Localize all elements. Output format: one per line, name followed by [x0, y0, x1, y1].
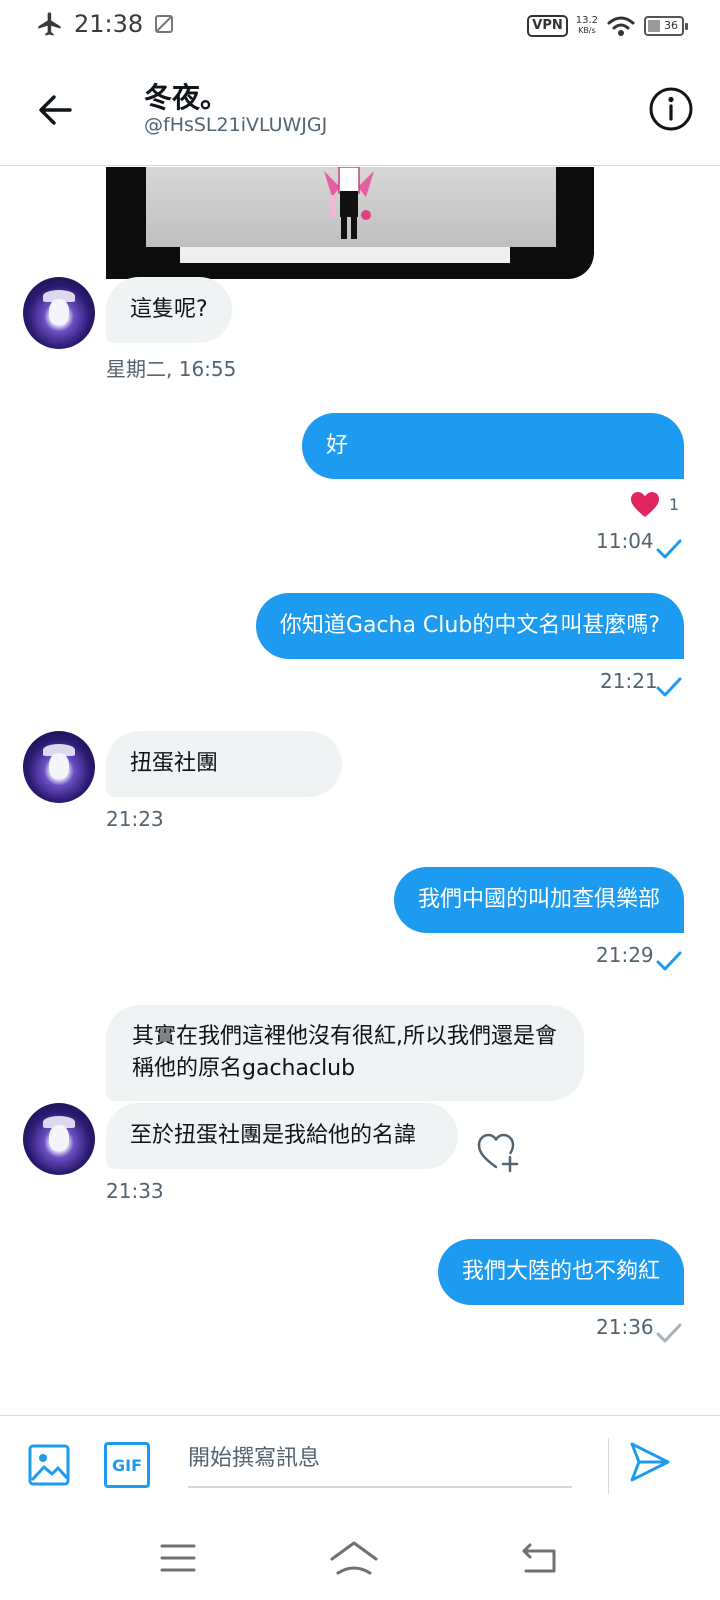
add-reaction-icon[interactable]: [476, 1131, 522, 1173]
battery-fill: [648, 20, 660, 32]
contact-handle[interactable]: @fHsSL21iVLUWJGJ: [144, 114, 327, 136]
message-timestamp: 21:36: [596, 1315, 654, 1339]
message-timestamp: 21:21: [600, 669, 658, 693]
message-list[interactable]: 這隻呢? 星期二, 16:55 好 1 11:04 你知道Gacha Club的…: [0, 167, 720, 1415]
message-text: 至於扭蛋社團是我給他的名諱: [130, 1123, 417, 1148]
gif-button[interactable]: GIF: [104, 1442, 150, 1488]
speed-unit: KB/s: [578, 26, 596, 35]
airplane-mode-icon: [38, 12, 61, 36]
incoming-message-bubble[interactable]: 扭蛋社團: [106, 731, 342, 797]
message-text: 這隻呢?: [130, 297, 208, 322]
status-right: VPN 13.2 KB/s 36: [527, 14, 688, 38]
status-time: 21:38: [74, 10, 144, 38]
image-attach-icon[interactable]: [26, 1442, 72, 1488]
avatar-face: [49, 753, 69, 779]
home-icon[interactable]: [324, 1535, 384, 1581]
vpn-badge: VPN: [527, 15, 568, 37]
contact-avatar[interactable]: [23, 1103, 95, 1175]
outgoing-message-bubble[interactable]: 我們大陸的也不夠紅: [437, 1239, 684, 1305]
back-nav-icon[interactable]: [512, 1535, 572, 1581]
speed-value: 13.2: [575, 15, 598, 26]
outgoing-message-bubble[interactable]: 好: [302, 413, 684, 479]
message-text: 我們大陸的也不夠紅: [461, 1259, 660, 1284]
status-bar: 21:38 VPN 13.2 KB/s 36: [0, 0, 720, 56]
read-check-icon: [656, 951, 682, 971]
menu-icon[interactable]: [148, 1535, 208, 1581]
battery-level: 36: [664, 19, 678, 32]
battery-indicator: 36: [644, 16, 688, 36]
back-arrow-icon[interactable]: [30, 84, 82, 136]
message-timestamp: 星期二, 16:55: [106, 357, 237, 381]
incoming-message-bubble[interactable]: 至於扭蛋社團是我給他的名諱: [106, 1103, 458, 1169]
message-text: 好: [326, 433, 349, 458]
message-text: 扭蛋社團: [130, 751, 219, 776]
heart-reaction-icon[interactable]: [630, 491, 660, 519]
message-text: 其實在我們這裡他沒有很紅,所以我們還是會稱他的原名gachaclub: [132, 1024, 557, 1081]
message-text: 你知道Gacha Club的中文名叫甚麼嗎?: [279, 613, 660, 638]
incoming-message-bubble[interactable]: 其實在我們這裡他沒有很紅,所以我們還是會稱他的原名gachaclub: [106, 1005, 584, 1101]
outgoing-message-bubble[interactable]: 你知道Gacha Club的中文名叫甚麼嗎?: [255, 593, 684, 659]
send-icon[interactable]: [628, 1440, 672, 1484]
image-floor: [180, 247, 510, 263]
read-check-icon: [656, 677, 682, 697]
message-text: 我們中國的叫加查俱樂部: [417, 887, 660, 912]
avatar-face: [49, 299, 69, 325]
contact-name[interactable]: 冬夜。: [144, 76, 228, 116]
message-timestamp: 21:33: [106, 1179, 164, 1203]
incoming-message-bubble[interactable]: 這隻呢?: [106, 277, 232, 343]
character-image: [324, 167, 374, 239]
conversation-header: 冬夜。 @fHsSL21iVLUWJGJ: [0, 56, 720, 166]
message-timestamp: 21:23: [106, 807, 164, 831]
network-speed: 13.2 KB/s: [576, 16, 598, 36]
reaction-count: 1: [669, 495, 680, 514]
message-composer: GIF: [0, 1415, 720, 1515]
avatar-face: [49, 1125, 69, 1151]
message-timestamp: 11:04: [596, 529, 654, 553]
read-check-icon: [656, 539, 682, 559]
info-icon[interactable]: [648, 86, 694, 132]
gif-label: GIF: [111, 1455, 142, 1475]
dm-screen: 21:38 VPN 13.2 KB/s 36 冬夜。 @fHsSL21iVLUW…: [0, 0, 720, 1600]
outgoing-message-bubble[interactable]: 我們中國的叫加查俱樂部: [393, 867, 684, 933]
sent-check-icon: [656, 1323, 682, 1343]
contact-avatar[interactable]: [23, 731, 95, 803]
contact-avatar[interactable]: [23, 277, 95, 349]
composer-divider: [608, 1438, 609, 1494]
message-timestamp: 21:29: [596, 943, 654, 967]
system-nav-bar: [0, 1515, 720, 1600]
status-left: 21:38: [36, 10, 175, 38]
wifi-icon: [607, 16, 635, 36]
screenshot-icon: [155, 15, 174, 33]
message-input[interactable]: [188, 1430, 572, 1488]
image-message[interactable]: [106, 167, 594, 279]
